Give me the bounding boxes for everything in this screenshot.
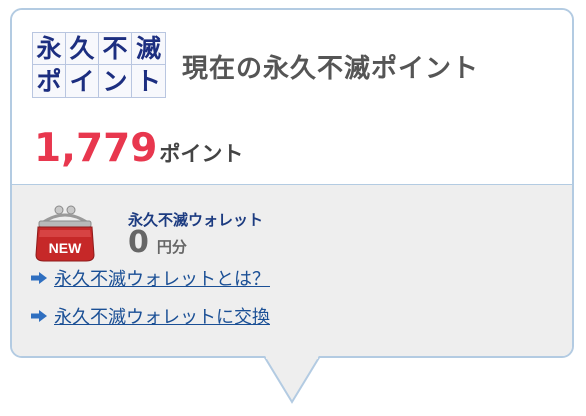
logo-char: 滅	[132, 33, 165, 65]
points-unit: ポイント	[159, 142, 244, 166]
about-wallet-link[interactable]: 永久不滅ウォレットとは？	[54, 265, 270, 291]
wallet-unit: 円分	[156, 238, 187, 256]
popup-tail	[264, 356, 320, 404]
about-wallet-link-row[interactable]: 永久不滅ウォレットとは？	[30, 265, 270, 291]
logo-char: ポ	[33, 65, 66, 97]
logo-char: 永	[33, 33, 66, 65]
eternal-points-logo: 永 久 不 滅 ポ イ ン ト	[32, 32, 166, 98]
logo-char: ン	[99, 65, 132, 97]
points-popup: 永 久 不 滅 ポ イ ン ト 現在の永久不滅ポイント 1,779ポイント NE…	[10, 8, 574, 358]
points-value: 1,779	[34, 126, 158, 171]
logo-char: ト	[132, 65, 165, 97]
points-summary: 永 久 不 滅 ポ イ ン ト 現在の永久不滅ポイント 1,779ポイント	[12, 10, 572, 184]
arrow-right-icon	[31, 310, 47, 322]
exchange-wallet-link[interactable]: 永久不滅ウォレットに交換	[54, 303, 270, 329]
wallet-balance: 0 円分	[128, 225, 187, 260]
logo-char: 久	[66, 33, 99, 65]
exchange-wallet-link-row[interactable]: 永久不滅ウォレットに交換	[30, 303, 270, 329]
arrow-right-icon	[31, 272, 47, 284]
page-title: 現在の永久不滅ポイント	[182, 54, 480, 84]
new-badge: NEW	[49, 240, 82, 256]
points-balance: 1,779ポイント	[34, 126, 243, 171]
wallet-value: 0	[128, 225, 149, 260]
logo-char: イ	[66, 65, 99, 97]
purse-icon: NEW	[35, 205, 95, 262]
logo-char: 不	[99, 33, 132, 65]
wallet-section: NEW 永久不滅ウォレット 0 円分 永久不滅ウォレットとは？ 永久不滅ウォレット…	[12, 184, 572, 356]
